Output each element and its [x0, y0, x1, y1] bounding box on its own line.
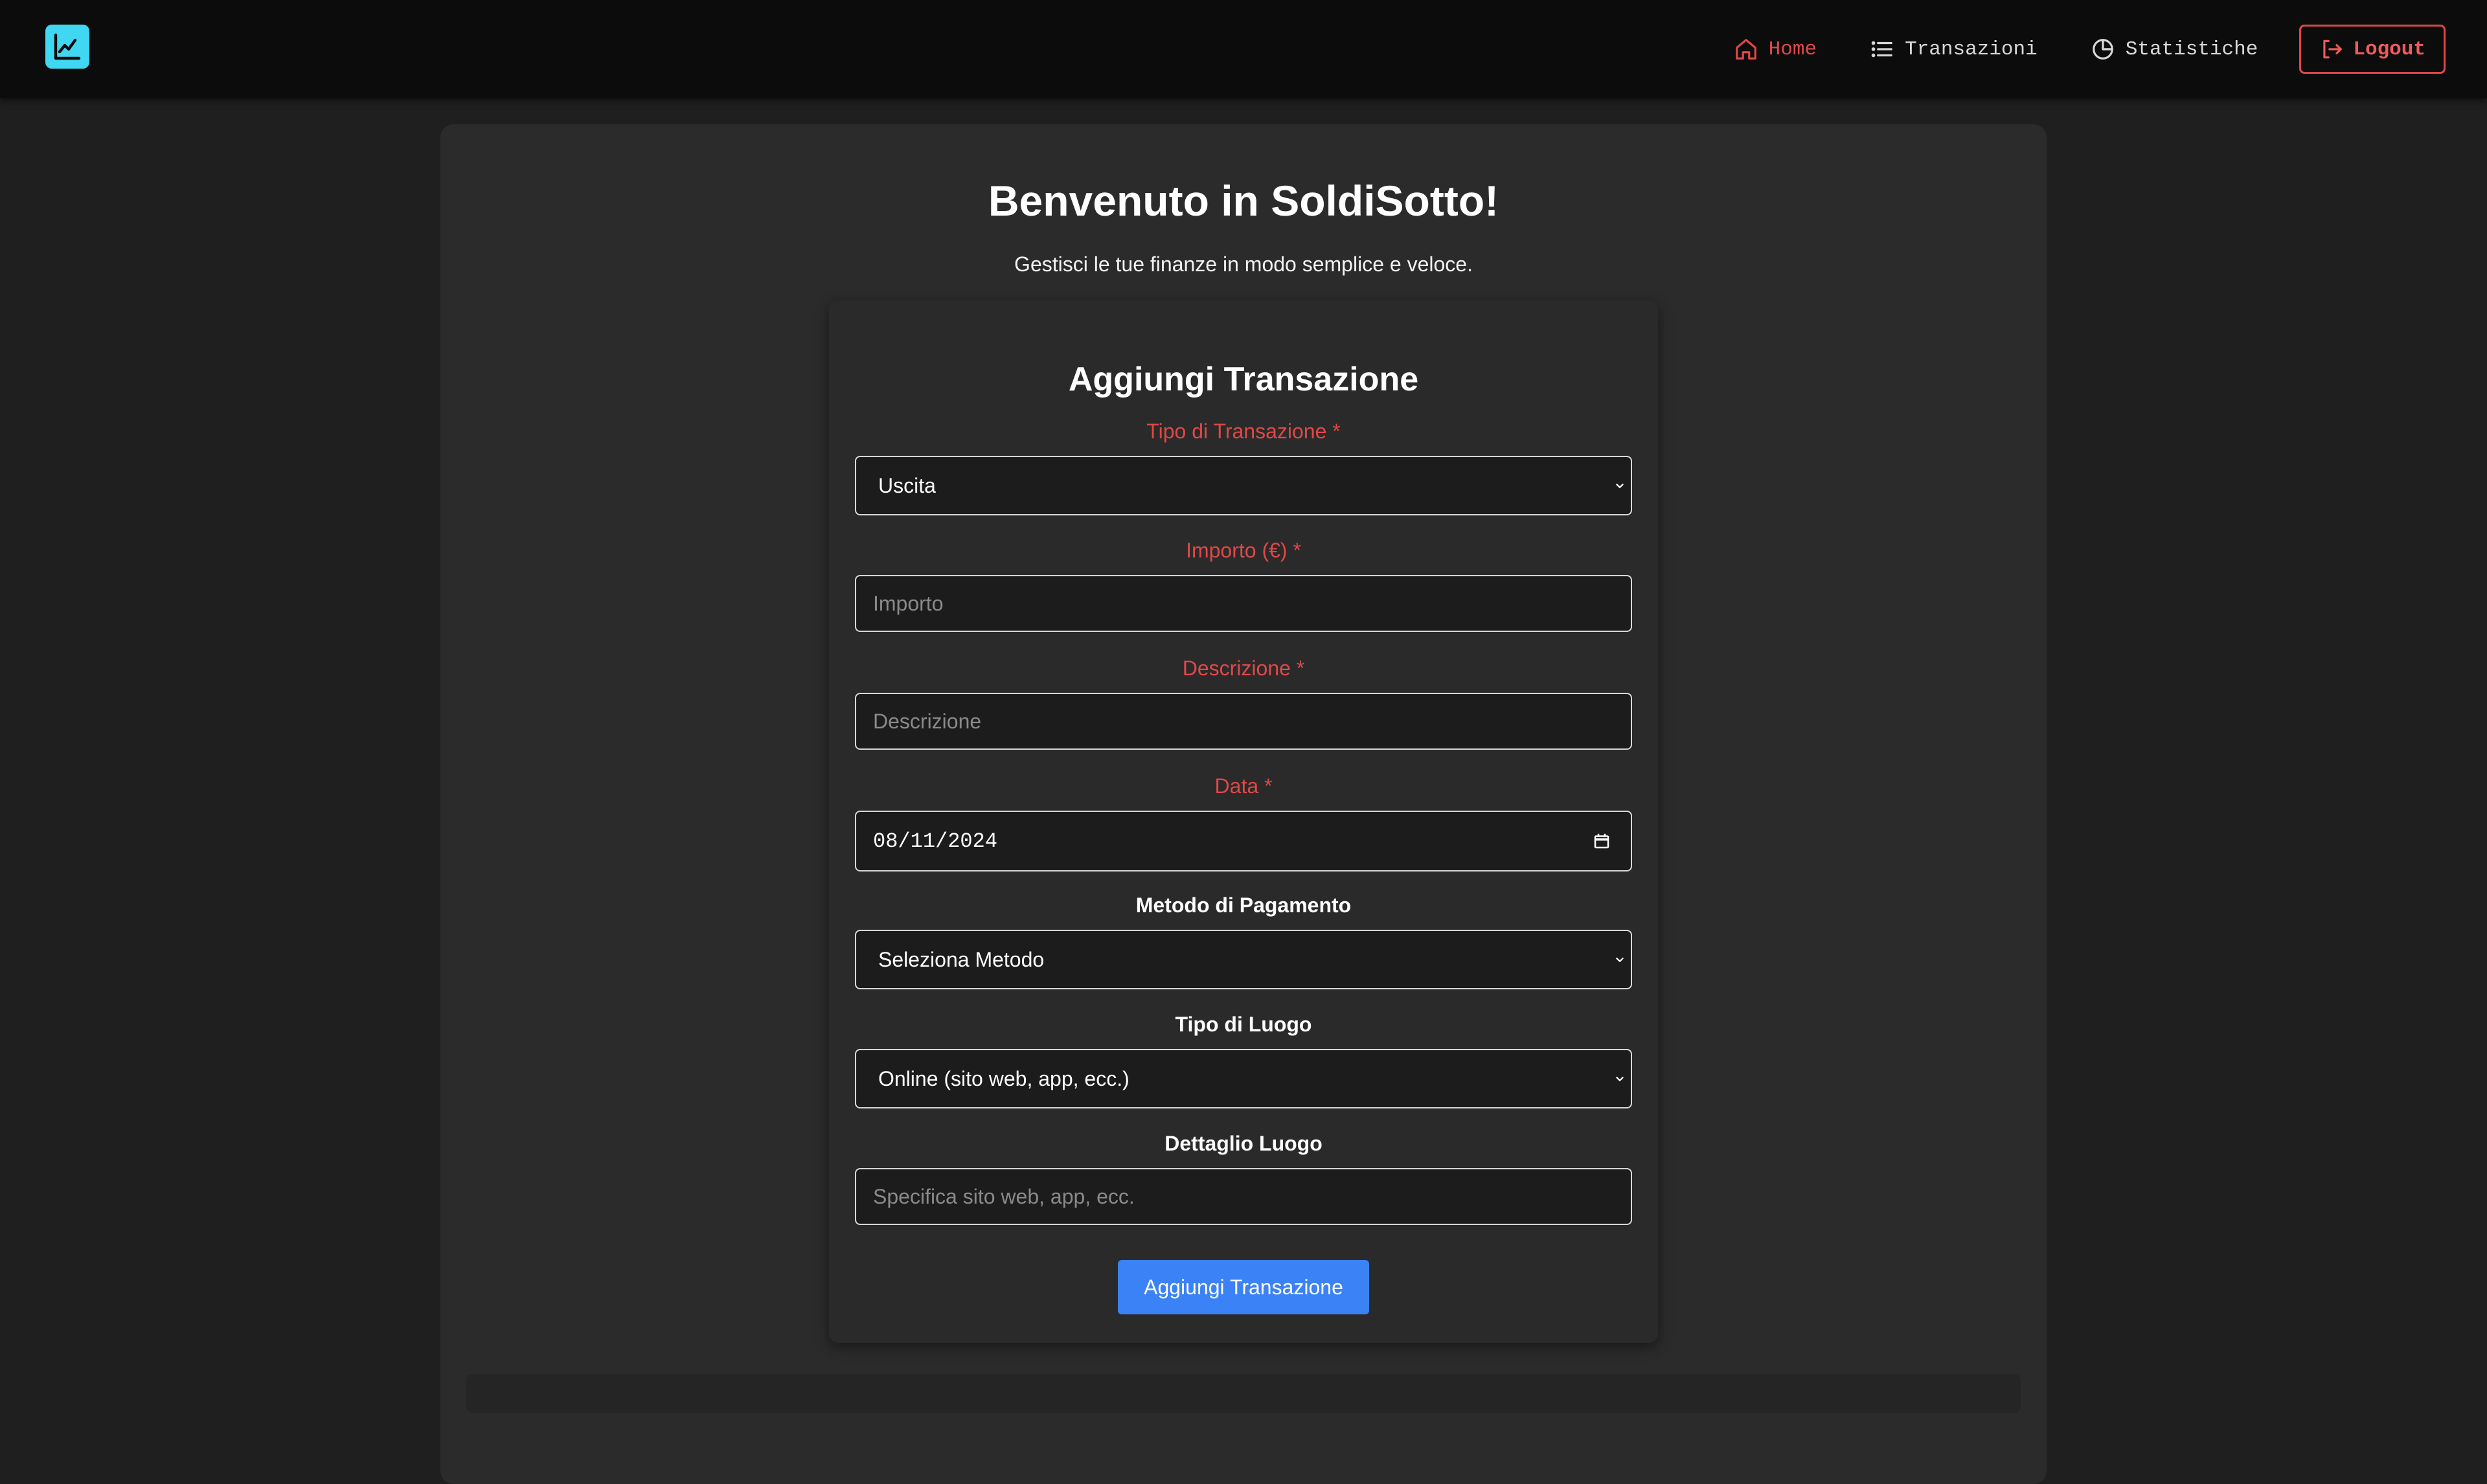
place-type-select[interactable]: Online (sito web, app, ecc.) — [855, 1049, 1632, 1108]
pie-chart-icon — [2092, 39, 2113, 60]
nav-statistiche[interactable]: Statistiche — [2091, 37, 2258, 62]
chevron-down-icon — [1616, 484, 1624, 488]
transaction-type-value: Uscita — [878, 473, 936, 497]
place-type-value: Online (sito web, app, ecc.) — [878, 1066, 1130, 1090]
place-detail-label: Dettaglio Luogo — [1164, 1132, 1323, 1155]
amount-placeholder: Importo — [873, 591, 944, 615]
logout-button[interactable]: Logout — [2299, 25, 2446, 74]
navbar: Home Transazioni Statistiche Logout — [0, 0, 2487, 98]
place-type-label: Tipo di Luogo — [1175, 1013, 1312, 1036]
transaction-type-label: Tipo di Transazione * — [1146, 420, 1341, 443]
amount-input[interactable]: Importo — [855, 575, 1632, 632]
place-detail-input[interactable]: Specifica sito web, app, ecc. — [855, 1168, 1632, 1225]
nav-transazioni-label: Transazioni — [1905, 38, 2038, 61]
date-value: 08/11/2024 — [873, 829, 998, 853]
nav-home-label: Home — [1768, 38, 1817, 61]
description-label: Descrizione * — [1182, 657, 1305, 680]
description-placeholder: Descrizione — [873, 709, 982, 733]
date-label: Data * — [1214, 774, 1273, 798]
payment-method-select[interactable]: Seleziona Metodo — [855, 930, 1632, 989]
welcome-title: Benvenuto in SoldiSotto! — [988, 177, 1499, 225]
app-logo[interactable] — [45, 25, 89, 69]
logout-icon — [2323, 39, 2343, 59]
payment-method-label: Metodo di Pagamento — [1135, 894, 1352, 917]
welcome-subtitle: Gestisci le tue finanze in modo semplice… — [1014, 253, 1473, 276]
date-input[interactable]: 08/11/2024 — [855, 811, 1632, 871]
logout-label: Logout — [2353, 38, 2425, 61]
nav-transazioni[interactable]: Transazioni — [1870, 37, 2038, 62]
chart-logo-icon — [54, 33, 81, 60]
chevron-down-icon — [1616, 1077, 1624, 1081]
transactions-panel-edge — [466, 1374, 2021, 1413]
nav-statistiche-label: Statistiche — [2125, 38, 2258, 61]
calendar-icon[interactable] — [1592, 831, 1611, 851]
place-detail-placeholder: Specifica sito web, app, ecc. — [873, 1184, 1135, 1208]
nav-links: Home Transazioni Statistiche Logout — [1681, 25, 2446, 74]
form-title: Aggiungi Transazione — [1068, 361, 1419, 398]
home-icon — [1735, 39, 1756, 60]
main-card: Benvenuto in SoldiSotto! Gestisci le tue… — [440, 124, 2047, 1484]
description-input[interactable]: Descrizione — [855, 693, 1632, 750]
add-transaction-form: Aggiungi Transazione Tipo di Transazione… — [829, 300, 1658, 1343]
list-icon — [1871, 41, 1892, 58]
chevron-down-icon — [1616, 958, 1624, 962]
payment-method-value: Seleziona Metodo — [878, 947, 1045, 971]
amount-label: Importo (€) * — [1186, 539, 1301, 562]
add-transaction-button[interactable]: Aggiungi Transazione — [1118, 1260, 1369, 1314]
transaction-type-select[interactable]: Uscita — [855, 456, 1632, 515]
nav-home[interactable]: Home — [1734, 37, 1817, 62]
